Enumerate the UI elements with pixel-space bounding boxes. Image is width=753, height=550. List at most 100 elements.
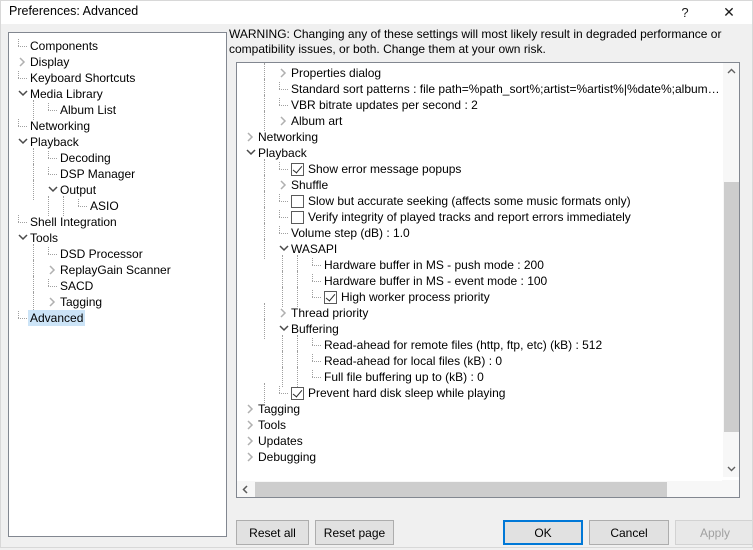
sidebar-item-decoding[interactable]: Decoding xyxy=(9,148,226,168)
setting-row[interactable]: Tagging xyxy=(237,401,721,417)
sidebar-14-chevron-right-icon[interactable] xyxy=(45,262,60,278)
preferences-category-tree[interactable]: Components Display Keyboard Shortcuts Media… xyxy=(8,32,227,537)
setting-checkbox-unchecked[interactable] xyxy=(291,194,304,208)
sidebar-item-dsp-manager[interactable]: DSP Manager xyxy=(9,164,226,184)
setting-checkbox-unchecked[interactable] xyxy=(291,210,304,224)
sidebar-item-album-list[interactable]: Album List xyxy=(9,100,226,120)
setting-24-chevron-right-icon[interactable] xyxy=(243,449,258,465)
setting-checkbox-checked[interactable] xyxy=(291,162,304,176)
setting-20-leaf-connector-icon xyxy=(276,385,291,401)
apply-button[interactable]: Apply xyxy=(675,520,753,545)
horizontal-scroll-thumb[interactable] xyxy=(255,482,667,497)
tree-indent-guide xyxy=(45,196,60,216)
setting-row[interactable]: Hardware buffer in MS - push mode : 200 xyxy=(237,255,721,275)
sidebar-item-advanced[interactable]: Advanced xyxy=(9,310,226,326)
sidebar-16-chevron-right-icon[interactable] xyxy=(45,294,60,310)
sidebar-item-media-library[interactable]: Media Library xyxy=(9,86,226,102)
close-button[interactable]: ✕ xyxy=(707,0,751,24)
reset-all-button[interactable]: Reset all xyxy=(236,520,309,545)
sidebar-item-label: SACD xyxy=(60,279,94,293)
tree-indent-guide xyxy=(30,180,45,200)
sidebar-3-chevron-down-icon[interactable] xyxy=(15,86,30,102)
setting-label: Album art xyxy=(291,114,343,128)
setting-21-chevron-right-icon[interactable] xyxy=(243,401,258,417)
sidebar-item-shell-integration[interactable]: Shell Integration xyxy=(9,214,226,230)
setting-row[interactable]: Shuffle xyxy=(237,175,721,195)
tree-indent-guide xyxy=(261,111,276,131)
setting-row[interactable]: Networking xyxy=(237,129,721,145)
sidebar-item-display[interactable]: Display xyxy=(9,54,226,70)
warning-text: WARNING: Changing any of these settings … xyxy=(229,27,722,56)
setting-label: Thread priority xyxy=(291,306,369,320)
setting-row[interactable]: Thread priority xyxy=(237,303,721,323)
setting-13-leaf-connector-icon xyxy=(309,273,324,289)
setting-row[interactable]: Prevent hard disk sleep while playing xyxy=(237,383,721,403)
sidebar-item-tools[interactable]: Tools xyxy=(9,230,226,246)
setting-2-leaf-connector-icon xyxy=(276,97,291,113)
sidebar-item-components[interactable]: Components xyxy=(9,38,226,54)
setting-4-chevron-right-icon[interactable] xyxy=(243,129,258,145)
sidebar-item-replaygain-scanner[interactable]: ReplayGain Scanner xyxy=(9,260,226,280)
setting-row[interactable]: High worker process priority xyxy=(237,287,721,307)
sidebar-item-networking[interactable]: Networking xyxy=(9,118,226,134)
setting-row[interactable]: Tools xyxy=(237,417,721,433)
sidebar-item-label: Decoding xyxy=(60,151,111,165)
setting-row[interactable]: Read-ahead for local files (kB) : 0 xyxy=(237,351,721,371)
advanced-settings-tree[interactable]: Properties dialog Standard sort patterns … xyxy=(236,62,740,498)
setting-22-chevron-right-icon[interactable] xyxy=(243,417,258,433)
reset-page-button[interactable]: Reset page xyxy=(315,520,394,545)
sidebar-6-chevron-down-icon[interactable] xyxy=(15,134,30,150)
setting-7-chevron-right-icon[interactable] xyxy=(276,177,291,193)
setting-row[interactable]: Read-ahead for remote files (http, ftp, … xyxy=(237,335,721,355)
sidebar-item-playback[interactable]: Playback xyxy=(9,134,226,150)
sidebar-item-asio[interactable]: ASIO xyxy=(9,196,226,216)
setting-row[interactable]: Updates xyxy=(237,433,721,449)
vertical-scrollbar[interactable] xyxy=(722,63,739,477)
setting-row[interactable]: Hardware buffer in MS - event mode : 100 xyxy=(237,271,721,291)
vertical-scroll-thumb[interactable] xyxy=(724,182,739,432)
sidebar-12-chevron-down-icon[interactable] xyxy=(15,230,30,246)
sidebar-item-output[interactable]: Output xyxy=(9,180,226,200)
sidebar-13-leaf-connector-icon xyxy=(45,246,60,262)
setting-checkbox-checked[interactable] xyxy=(291,386,304,400)
setting-23-chevron-right-icon[interactable] xyxy=(243,433,258,449)
setting-row[interactable]: WASAPI xyxy=(237,239,721,259)
setting-5-chevron-down-icon[interactable] xyxy=(243,145,258,161)
sidebar-item-dsd-processor[interactable]: DSD Processor xyxy=(9,244,226,264)
setting-row[interactable]: Buffering xyxy=(237,319,721,339)
setting-3-chevron-right-icon[interactable] xyxy=(276,113,291,129)
setting-label: Slow but accurate seeking (affects some … xyxy=(308,194,631,208)
setting-row[interactable]: Volume step (dB) : 1.0 xyxy=(237,223,721,243)
setting-0-chevron-right-icon[interactable] xyxy=(276,65,291,81)
tree-indent-guide xyxy=(261,383,276,403)
setting-row[interactable]: Properties dialog xyxy=(237,63,721,83)
setting-row[interactable]: Standard sort patterns : file path=%path… xyxy=(237,79,721,99)
setting-checkbox-checked[interactable] xyxy=(324,290,337,304)
scroll-left-arrow-icon[interactable] xyxy=(237,481,254,497)
horizontal-scrollbar[interactable] xyxy=(237,480,739,497)
cancel-button[interactable]: Cancel xyxy=(589,520,669,545)
ok-button[interactable]: OK xyxy=(503,520,583,545)
setting-row[interactable]: Playback xyxy=(237,145,721,161)
help-button[interactable]: ? xyxy=(663,0,707,24)
setting-row[interactable]: VBR bitrate updates per second : 2 xyxy=(237,95,721,115)
setting-row[interactable]: Album art xyxy=(237,111,721,131)
sidebar-8-leaf-connector-icon xyxy=(45,166,60,182)
sidebar-item-tagging[interactable]: Tagging xyxy=(9,292,226,312)
tree-indent-guide xyxy=(294,287,309,307)
setting-label: Read-ahead for remote files (http, ftp, … xyxy=(324,338,603,352)
setting-row[interactable]: Verify integrity of played tracks and re… xyxy=(237,207,721,227)
scroll-up-arrow-icon[interactable] xyxy=(723,63,739,80)
sidebar-item-label: Components xyxy=(30,39,99,53)
setting-row[interactable]: Full file buffering up to (kB) : 0 xyxy=(237,367,721,387)
setting-17-leaf-connector-icon xyxy=(309,337,324,353)
setting-15-chevron-right-icon[interactable] xyxy=(276,305,291,321)
scroll-down-arrow-icon[interactable] xyxy=(723,460,739,477)
sidebar-item-sacd[interactable]: SACD xyxy=(9,276,226,296)
setting-18-leaf-connector-icon xyxy=(309,353,324,369)
sidebar-item-keyboard-shortcuts[interactable]: Keyboard Shortcuts xyxy=(9,70,226,86)
sidebar-1-chevron-right-icon[interactable] xyxy=(15,54,30,70)
setting-row[interactable]: Show error message popups xyxy=(237,159,721,179)
setting-row[interactable]: Debugging xyxy=(237,449,721,465)
setting-row[interactable]: Slow but accurate seeking (affects some … xyxy=(237,191,721,211)
